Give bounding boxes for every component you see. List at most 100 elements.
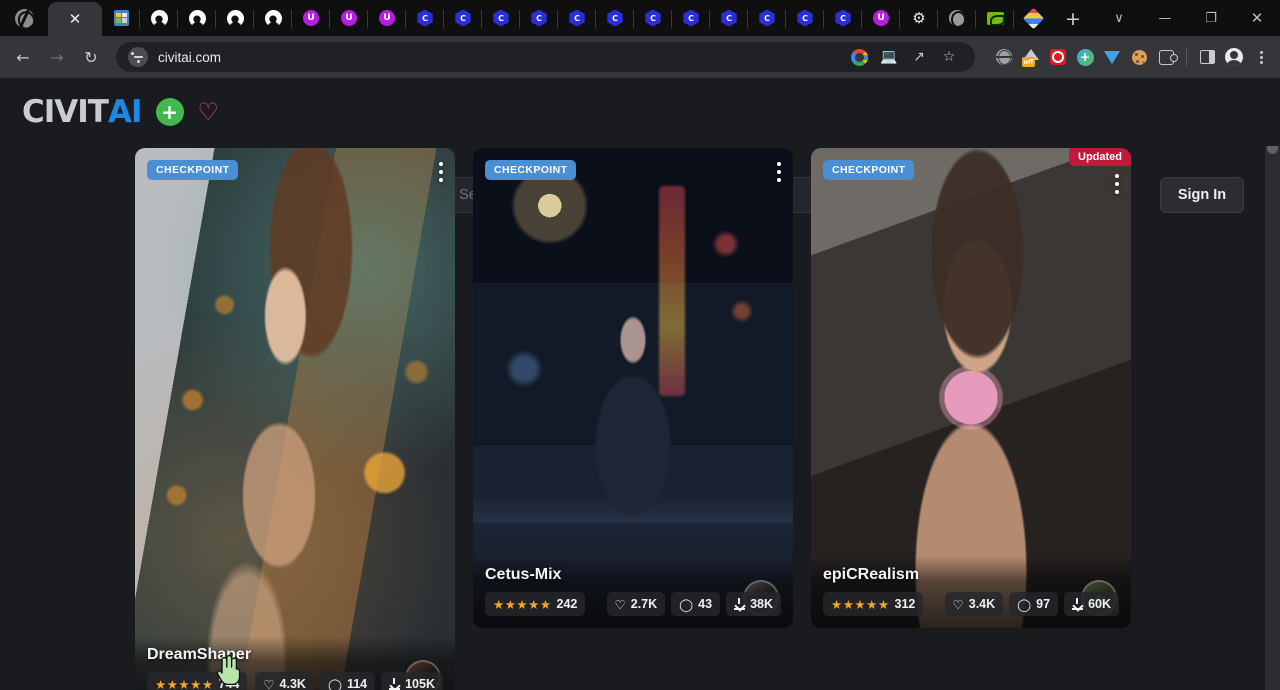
pinned-tab-3[interactable]: ● bbox=[178, 1, 216, 35]
civitai-icon: C bbox=[417, 10, 434, 27]
page-scrollbar[interactable]: ▲ bbox=[1265, 78, 1280, 690]
cookie-icon[interactable] bbox=[1126, 44, 1152, 70]
back-button[interactable]: ← bbox=[6, 40, 40, 74]
tab-strip: ✕ ● ● ● ● U U U C C C C C C C C C C C C … bbox=[0, 0, 1280, 36]
profile-avatar-icon[interactable] bbox=[1221, 44, 1247, 70]
pinned-tab-19[interactable]: C bbox=[786, 1, 824, 35]
pinned-tab-2[interactable]: ● bbox=[140, 1, 178, 35]
model-grid: CHECKPOINT DreamShaper ★★★★★ 744 ♡ 4.3K bbox=[135, 148, 1135, 690]
maximize-button[interactable]: ❐ bbox=[1188, 0, 1234, 36]
pinned-tab-23[interactable] bbox=[938, 1, 976, 35]
address-bar[interactable]: civitai.com 💻 ↗ ☆ bbox=[116, 42, 975, 72]
pinned-tab-7[interactable]: U bbox=[330, 1, 368, 35]
civitai-icon: C bbox=[645, 10, 662, 27]
card-menu-icon[interactable] bbox=[777, 162, 781, 166]
pinned-tab-15[interactable]: C bbox=[634, 1, 672, 35]
globe-extension-icon[interactable] bbox=[991, 44, 1017, 70]
new-tab-button[interactable]: + bbox=[1056, 2, 1090, 36]
card-menu-icon[interactable] bbox=[1115, 174, 1119, 178]
pinned-tab-4[interactable]: ● bbox=[216, 1, 254, 35]
pinned-tab-9[interactable]: C bbox=[406, 1, 444, 35]
pinned-tab-10[interactable]: C bbox=[444, 1, 482, 35]
star-rating: ★★★★★ bbox=[155, 677, 214, 690]
pinned-tab-18[interactable]: C bbox=[748, 1, 786, 35]
u-icon: U bbox=[303, 10, 319, 26]
civitai-icon: C bbox=[683, 10, 700, 27]
sign-in-button[interactable]: Sign In bbox=[1160, 177, 1244, 213]
close-icon[interactable]: ✕ bbox=[69, 12, 82, 27]
logo-text-primary: CIVIT bbox=[22, 94, 108, 130]
model-title: Cetus-Mix bbox=[485, 566, 781, 584]
browser-toolbar: ← → ↻ civitai.com 💻 ↗ ☆ off + bbox=[0, 36, 1280, 78]
site-header: CIVITAI + ♡ bbox=[0, 78, 1280, 146]
card-footer: Cetus-Mix ★★★★★ 242 ♡ 2.7K ◯ 43 bbox=[473, 556, 793, 628]
comments-pill: ◯ 114 bbox=[320, 672, 375, 690]
extensions-strip: off + bbox=[983, 44, 1274, 70]
civitai-icon: C bbox=[493, 10, 510, 27]
site-logo[interactable]: CIVITAI bbox=[22, 94, 142, 130]
pinned-tab-5[interactable]: ● bbox=[254, 1, 292, 35]
pinned-tab-22[interactable]: ⚙ bbox=[900, 1, 938, 35]
diamond-icon bbox=[1022, 7, 1043, 28]
bookmark-star-icon[interactable]: ☆ bbox=[935, 43, 963, 71]
close-window-button[interactable]: ✕ bbox=[1234, 0, 1280, 36]
comment-icon: ◯ bbox=[679, 597, 693, 612]
downloads-count: 60K bbox=[1088, 597, 1111, 611]
home-tab[interactable] bbox=[0, 0, 48, 36]
off-badge-icon[interactable]: off bbox=[1018, 44, 1044, 70]
civitai-icon: C bbox=[531, 10, 548, 27]
cast-icon[interactable]: 💻 bbox=[875, 43, 903, 71]
globe-icon bbox=[949, 10, 965, 26]
model-card[interactable]: CHECKPOINT Cetus-Mix ★★★★★ 242 ♡ 2.7K bbox=[473, 148, 793, 628]
card-menu-icon[interactable] bbox=[439, 162, 443, 166]
pinned-tab-25[interactable] bbox=[1014, 1, 1052, 35]
pinned-tab-20[interactable]: C bbox=[824, 1, 862, 35]
card-footer: epiCRealism ★★★★★ 312 ♡ 3.4K ◯ 97 bbox=[811, 556, 1131, 628]
gem-icon[interactable] bbox=[1099, 44, 1125, 70]
gear-icon: ⚙ bbox=[912, 11, 925, 26]
model-card[interactable]: CHECKPOINT DreamShaper ★★★★★ 744 ♡ 4.3K bbox=[135, 148, 455, 690]
minimize-button[interactable]: — bbox=[1142, 0, 1188, 36]
civitai-icon: C bbox=[607, 10, 624, 27]
pinned-tab-1[interactable] bbox=[102, 1, 140, 35]
tab-search-button[interactable]: ∨ bbox=[1096, 0, 1142, 36]
favorites-icon[interactable]: ♡ bbox=[198, 100, 220, 124]
reload-button[interactable]: ↻ bbox=[74, 40, 108, 74]
comments-pill: ◯ 43 bbox=[671, 592, 720, 616]
pinned-tab-16[interactable]: C bbox=[672, 1, 710, 35]
create-button[interactable]: + bbox=[156, 98, 184, 126]
comments-count: 114 bbox=[347, 677, 367, 690]
model-type-badge: CHECKPOINT bbox=[147, 160, 238, 180]
forward-button[interactable]: → bbox=[40, 40, 74, 74]
pinned-tab-24[interactable] bbox=[976, 1, 1014, 35]
model-card[interactable]: CHECKPOINT Updated epiCRealism ★★★★★ 312… bbox=[811, 148, 1131, 628]
civitai-icon: C bbox=[455, 10, 472, 27]
document-icon bbox=[114, 10, 129, 26]
puzzle-icon[interactable] bbox=[1153, 44, 1179, 70]
pinned-tab-6[interactable]: U bbox=[292, 1, 330, 35]
github-icon: ● bbox=[151, 10, 168, 27]
three-dot-menu-icon[interactable] bbox=[1248, 44, 1274, 70]
side-panel-icon[interactable] bbox=[1194, 44, 1220, 70]
pinned-tab-21[interactable]: U bbox=[862, 1, 900, 35]
pinned-tab-8[interactable]: U bbox=[368, 1, 406, 35]
site-settings-icon[interactable] bbox=[128, 47, 148, 67]
pinned-tab-14[interactable]: C bbox=[596, 1, 634, 35]
nvidia-icon bbox=[987, 12, 1004, 25]
opera-red-icon[interactable] bbox=[1045, 44, 1071, 70]
page-viewport: CIVITAI + ♡ / Sign In CHECKPOINT DreamSh… bbox=[0, 78, 1280, 690]
pinned-tab-13[interactable]: C bbox=[558, 1, 596, 35]
pinned-tab-17[interactable]: C bbox=[710, 1, 748, 35]
comment-icon: ◯ bbox=[328, 677, 342, 690]
active-tab[interactable]: ✕ bbox=[48, 2, 102, 36]
blue-plus-icon[interactable]: + bbox=[1072, 44, 1098, 70]
rating-count: 744 bbox=[219, 677, 240, 690]
star-rating: ★★★★★ bbox=[831, 597, 890, 612]
downloads-pill: 38K bbox=[726, 592, 781, 616]
download-icon bbox=[734, 598, 745, 610]
google-lens-icon[interactable] bbox=[845, 43, 873, 71]
heart-icon: ♡ bbox=[953, 597, 964, 612]
share-icon[interactable]: ↗ bbox=[905, 43, 933, 71]
pinned-tab-12[interactable]: C bbox=[520, 1, 558, 35]
pinned-tab-11[interactable]: C bbox=[482, 1, 520, 35]
